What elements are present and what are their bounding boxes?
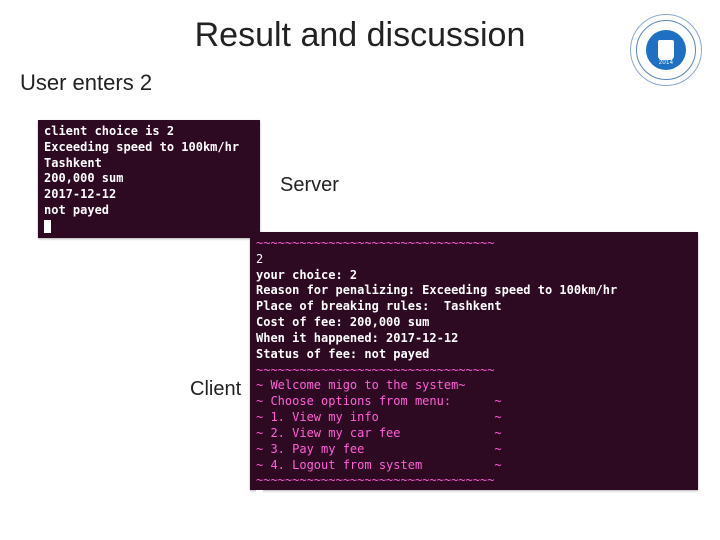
separator-line: ~~~~~~~~~~~~~~~~~~~~~~~~~~~~~~~~~	[256, 473, 494, 487]
page-title: Result and discussion	[0, 16, 720, 55]
separator-line: ~~~~~~~~~~~~~~~~~~~~~~~~~~~~~~~~~	[256, 363, 494, 377]
cursor-icon	[44, 220, 51, 233]
menu-line: ~ 3. Pay my fee ~	[256, 442, 502, 456]
cursor-icon	[256, 490, 263, 503]
separator-line: ~~~~~~~~~~~~~~~~~~~~~~~~~~~~~~~~~	[256, 236, 494, 250]
server-line: not payed	[44, 203, 109, 217]
client-line: Place of breaking rules: Tashkent	[256, 299, 502, 313]
client-terminal: ~~~~~~~~~~~~~~~~~~~~~~~~~~~~~~~~~ 2 your…	[250, 232, 698, 490]
menu-line: ~ 4. Logout from system ~	[256, 458, 502, 472]
server-label: Server	[280, 174, 339, 197]
client-line: Reason for penalizing: Exceeding speed t…	[256, 283, 617, 297]
menu-line: ~ 2. View my car fee ~	[256, 426, 502, 440]
menu-line: ~ 1. View my info ~	[256, 410, 502, 424]
client-line: your choice: 2	[256, 268, 357, 282]
logo-year: 2014	[630, 60, 702, 66]
client-line: When it happened: 2017-12-12	[256, 331, 458, 345]
menu-line: ~ Welcome migo to the system~	[256, 378, 466, 392]
client-line: Cost of fee: 200,000 sum	[256, 315, 429, 329]
server-line: 200,000 sum	[44, 171, 123, 185]
subtitle-text: User enters 2	[20, 70, 152, 96]
university-logo: 2014	[630, 14, 702, 86]
client-label: Client	[190, 378, 241, 401]
client-line: Status of fee: not payed	[256, 347, 429, 361]
server-line: Tashkent	[44, 156, 102, 170]
menu-line: ~ Choose options from menu: ~	[256, 394, 502, 408]
server-terminal: client choice is 2 Exceeding speed to 10…	[38, 120, 260, 238]
client-input: 2	[256, 252, 263, 266]
server-line: Exceeding speed to 100km/hr	[44, 140, 239, 154]
server-line: 2017-12-12	[44, 187, 116, 201]
server-line: client choice is 2	[44, 124, 174, 138]
